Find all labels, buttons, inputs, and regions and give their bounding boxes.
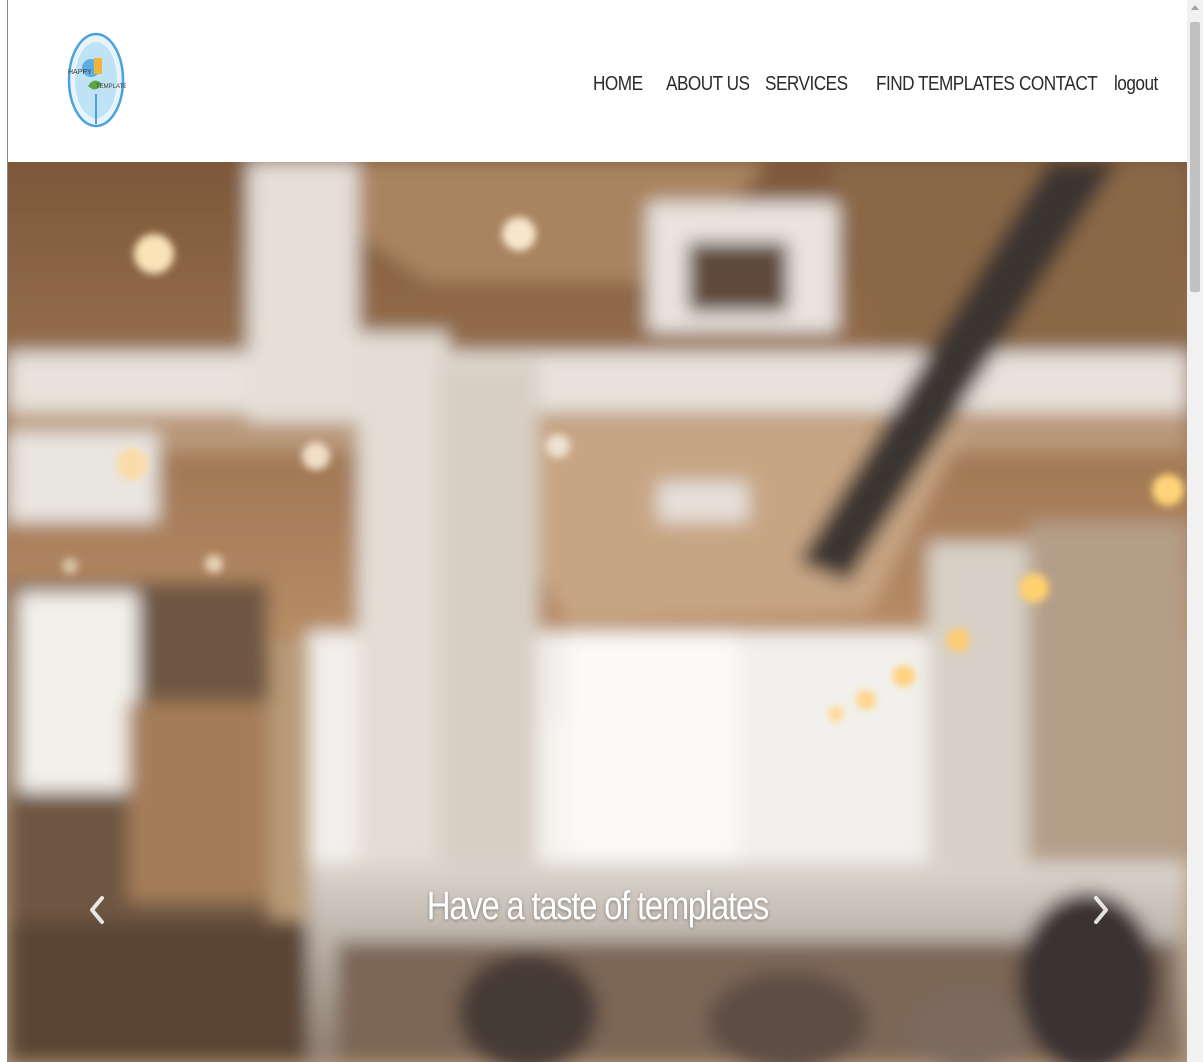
nav-item-logout[interactable]: logout bbox=[1114, 70, 1158, 98]
scrollbar-thumb[interactable] bbox=[1190, 22, 1200, 292]
nav-item-home[interactable]: HOME bbox=[593, 70, 643, 98]
site-header: HAPPY TEMPLATES HOME ABOUT US SERVICES F… bbox=[8, 0, 1187, 162]
chevron-right-icon bbox=[1094, 896, 1108, 924]
carousel-prev-button[interactable] bbox=[86, 890, 110, 930]
vertical-scrollbar[interactable] bbox=[1187, 0, 1203, 1062]
chevron-left-icon bbox=[90, 896, 104, 924]
carousel-next-button[interactable] bbox=[1088, 890, 1112, 930]
browser-viewport: HAPPY TEMPLATES HOME ABOUT US SERVICES F… bbox=[0, 0, 1203, 1062]
main-nav: HOME ABOUT US SERVICES FIND TEMPLATES CO… bbox=[8, 70, 1187, 98]
hero-carousel: Have a taste of templates bbox=[8, 162, 1187, 1062]
scroll-up-arrow-icon bbox=[1191, 5, 1199, 10]
nav-item-contact[interactable]: CONTACT bbox=[1019, 70, 1098, 98]
hero-caption: Have a taste of templates bbox=[426, 884, 769, 928]
nav-item-about-us[interactable]: ABOUT US bbox=[666, 70, 750, 98]
nav-item-services[interactable]: SERVICES bbox=[765, 70, 848, 98]
nav-item-find-templates[interactable]: FIND TEMPLATES bbox=[876, 70, 1015, 98]
scroll-up-button[interactable] bbox=[1187, 0, 1203, 16]
